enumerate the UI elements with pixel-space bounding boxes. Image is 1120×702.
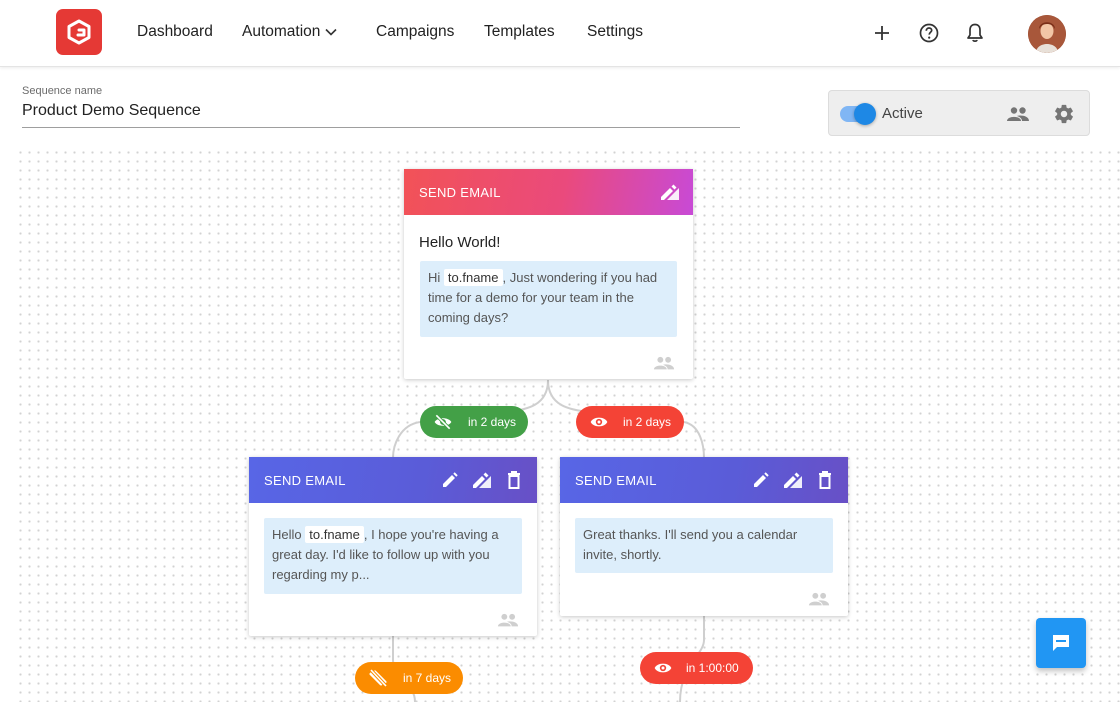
card-header-title: SEND EMAIL <box>419 184 501 200</box>
email-step-card-root[interactable]: SEND EMAIL Hello World! Hi to.fname, Jus… <box>404 169 693 379</box>
chat-icon <box>1053 635 1069 651</box>
edit-template-icon[interactable] <box>471 469 493 491</box>
card-header-title: SEND EMAIL <box>575 472 657 488</box>
email-body-preview: Great thanks. I'll send you a calendar i… <box>575 518 833 573</box>
trash-icon[interactable] <box>503 469 525 491</box>
recipients-icon <box>653 356 675 370</box>
email-body-preview: Hello to.fname, I hope you're having a g… <box>264 518 522 594</box>
nav-templates[interactable]: Templates <box>484 23 555 41</box>
edit-template-icon[interactable] <box>659 181 681 203</box>
merge-tag: to.fname <box>443 269 503 286</box>
top-navigation-bar: Dashboard Automation Campaigns Templates… <box>0 0 1120 67</box>
condition-not-clicked-pill[interactable]: in 7 days <box>355 662 463 694</box>
condition-opened-pill[interactable]: in 2 days <box>576 406 684 438</box>
pencil-icon[interactable] <box>750 469 772 491</box>
body-prefix: Hello <box>272 527 302 542</box>
edit-template-icon[interactable] <box>782 469 804 491</box>
email-step-card-left[interactable]: SEND EMAIL Hello to.fname, I hope you're… <box>249 457 537 636</box>
link-off-icon <box>367 668 389 688</box>
email-step-card-right[interactable]: SEND EMAIL Great thanks. I'll send you a… <box>560 457 848 616</box>
merge-tag: to.fname <box>305 526 364 543</box>
help-icon[interactable] <box>916 20 942 46</box>
email-body-preview: Hi to.fname, Just wondering if you had t… <box>420 261 677 337</box>
nav-campaigns[interactable]: Campaigns <box>376 23 454 41</box>
nav-settings[interactable]: Settings <box>587 23 643 41</box>
trash-icon[interactable] <box>814 469 836 491</box>
delay-label: in 1:00:00 <box>686 661 739 675</box>
recipients-icon <box>808 592 830 606</box>
email-subject: Hello World! <box>419 234 501 251</box>
nav-automation-label: Automation <box>242 23 321 40</box>
delay-label: in 7 days <box>403 671 452 685</box>
recipients-icon <box>497 613 519 627</box>
eye-icon <box>588 412 610 432</box>
chat-button[interactable] <box>1036 618 1086 668</box>
avatar-portrait-icon <box>1028 15 1066 53</box>
bell-icon[interactable] <box>962 20 988 46</box>
user-avatar[interactable] <box>1028 15 1066 53</box>
card-header: SEND EMAIL <box>249 457 537 503</box>
plus-icon[interactable] <box>869 20 895 46</box>
card-header: SEND EMAIL <box>560 457 848 503</box>
condition-not-opened-pill[interactable]: in 2 days <box>420 406 528 438</box>
pencil-icon[interactable] <box>439 469 461 491</box>
delay-label: in 2 days <box>623 415 672 429</box>
card-header-title: SEND EMAIL <box>264 472 346 488</box>
chevron-down-icon <box>325 28 337 36</box>
brand-logo[interactable] <box>56 9 102 55</box>
eye-off-icon <box>432 412 454 432</box>
card-header: SEND EMAIL <box>404 169 693 215</box>
delay-label: in 2 days <box>468 415 517 429</box>
eye-icon <box>652 658 674 678</box>
logo-mark-icon <box>67 19 91 45</box>
condition-opened-followup-pill[interactable]: in 1:00:00 <box>640 652 753 684</box>
nav-automation[interactable]: Automation <box>242 23 338 41</box>
body-prefix: Hi <box>428 270 441 285</box>
nav-dashboard[interactable]: Dashboard <box>137 23 213 41</box>
